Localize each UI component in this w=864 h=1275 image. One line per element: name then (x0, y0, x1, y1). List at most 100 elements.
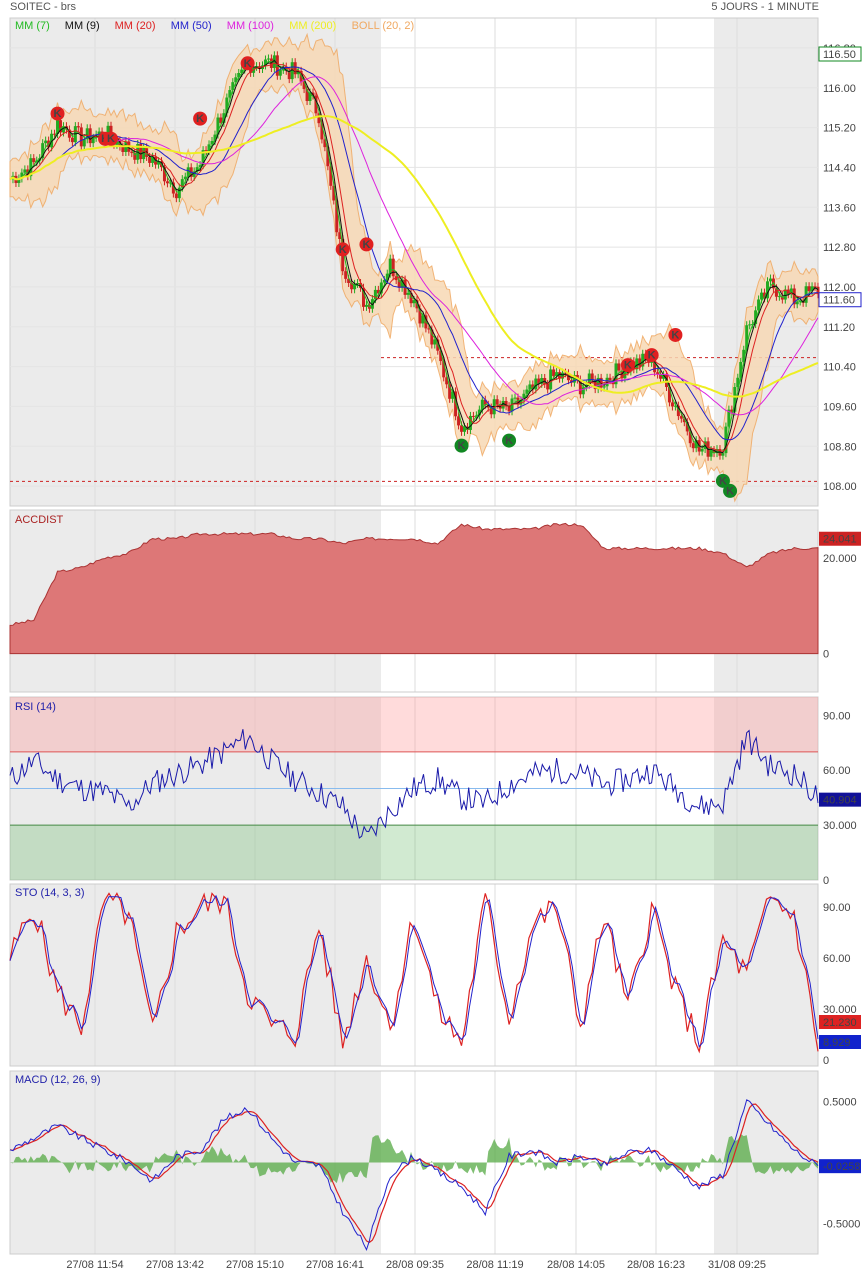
x-tick-6: 28/08 14:05 (547, 1259, 605, 1271)
sto-current-value-1: 21.230 (823, 1017, 857, 1029)
price-candle (278, 69, 282, 76)
sto-title: STO (14, 3, 3) (15, 887, 85, 899)
price-candle (721, 453, 725, 456)
macd-current-value: -0.0258 (823, 1161, 860, 1173)
price-candle (795, 301, 799, 305)
price-y-tick-4: 113.60 (823, 202, 856, 214)
price-candle (266, 58, 270, 60)
price-candle (608, 377, 612, 381)
price-candle (495, 399, 499, 405)
rsi-y-tick-3: 0 (823, 875, 829, 887)
sto-shade-session-1 (10, 884, 381, 1066)
price-candle (204, 150, 208, 152)
price-candle (344, 271, 348, 279)
price-candle (70, 137, 74, 143)
price-candle (807, 286, 811, 292)
price-y-tick-1: 116.00 (823, 83, 856, 95)
price-candle (581, 387, 585, 395)
x-tick-4: 28/08 09:35 (386, 1259, 444, 1271)
signal-marker-label: K (339, 244, 347, 256)
price-candle (617, 363, 621, 371)
accdist-y-tick-0: 20.000 (823, 553, 857, 565)
rsi-y-tick-1: 60.00 (823, 765, 851, 777)
price-current-value: 111.60 (823, 295, 855, 307)
sto-y-tick-3: 0 (823, 1055, 829, 1067)
legend-item-4: MM (100) (227, 20, 274, 32)
macd-y-tick-0: 0.5000 (823, 1097, 857, 1109)
x-tick-8: 31/08 09:25 (708, 1259, 766, 1271)
price-candle (602, 386, 606, 388)
price-candle (513, 397, 517, 399)
sto-current-value-2: 8.929 (823, 1037, 851, 1049)
price-candle (760, 292, 764, 300)
price-y-tick-9: 109.60 (823, 401, 857, 413)
price-candle (691, 443, 695, 449)
price-candle (670, 402, 674, 407)
signal-marker-label: K (196, 113, 204, 125)
x-tick-7: 28/08 16:23 (627, 1259, 685, 1271)
sto-shade-session-2 (714, 884, 818, 1066)
legend-item-6: BOLL (20, 2) (352, 20, 415, 32)
price-candle (76, 126, 80, 128)
price-candle (391, 258, 395, 277)
price-candle (23, 169, 27, 173)
macd-title: MACD (12, 26, 9) (15, 1074, 101, 1086)
signal-marker-label: K (648, 350, 656, 362)
price-y-tick-3: 114.40 (823, 162, 856, 174)
price-candle (590, 373, 594, 380)
signal-marker-label: K (244, 58, 252, 70)
x-tick-1: 27/08 13:42 (146, 1259, 204, 1271)
x-tick-2: 27/08 15:10 (226, 1259, 284, 1271)
signal-marker-label: K (107, 133, 115, 145)
price-candle (356, 283, 360, 285)
signal-marker-label: K (54, 108, 62, 120)
rsi-current-value: 40.904 (823, 795, 857, 807)
price-candle (82, 139, 86, 147)
x-tick-0: 27/08 11:54 (66, 1259, 123, 1271)
rsi-title: RSI (14) (15, 701, 56, 713)
accdist-title: ACCDIST (15, 514, 64, 526)
price-candle (165, 181, 169, 184)
x-tick-3: 27/08 16:41 (306, 1259, 364, 1271)
rsi-overbought-zone (10, 697, 818, 752)
price-y-tick-6: 112.00 (823, 282, 856, 294)
rsi-y-tick-0: 90.00 (823, 710, 851, 722)
price-candle (293, 62, 297, 75)
price-candle (552, 369, 556, 376)
legend-item-2: MM (20) (115, 20, 156, 32)
chart-canvas[interactable]: 116.80116.00115.20114.40113.60112.80112.… (0, 0, 864, 1275)
price-candle (700, 448, 704, 452)
signal-marker-label: K (458, 440, 466, 452)
legend-item-0: MM (7) (15, 20, 50, 32)
price-candle (777, 296, 781, 298)
signal-marker-label: K (362, 239, 370, 251)
rsi-y-tick-2: 30.000 (823, 820, 857, 832)
legend-item-1: MM (9) (65, 20, 100, 32)
legend-item-5: MM (200) (289, 20, 336, 32)
signal-marker-label: K (505, 435, 513, 447)
price-candle (79, 127, 83, 147)
price-candle (148, 156, 152, 163)
price-candle (121, 146, 125, 153)
legend-item-3: MM (50) (171, 20, 212, 32)
price-candle (44, 140, 48, 144)
x-tick-5: 28/08 11:19 (466, 1259, 523, 1271)
rsi-oversold-zone (10, 825, 818, 880)
signal-marker-label: K (671, 329, 679, 341)
accdist-y-tick-1: 0 (823, 649, 829, 661)
price-candle (91, 137, 95, 144)
price-candle (748, 324, 752, 326)
sto-y-tick-1: 60.00 (823, 953, 851, 965)
price-y-tick-5: 112.80 (823, 242, 856, 254)
signal-marker-label: K (726, 485, 734, 497)
accdist-current-value: 24.041 (823, 534, 857, 546)
price-y-tick-8: 110.40 (823, 362, 856, 374)
price-last-value: 116.50 (823, 49, 856, 61)
price-y-tick-7: 111.20 (823, 322, 855, 334)
sto-y-tick-2: 30.000 (823, 1004, 857, 1016)
price-candle (174, 193, 178, 199)
price-y-tick-2: 115.20 (823, 123, 856, 135)
price-candle (471, 415, 475, 417)
price-candle (32, 158, 36, 163)
signal-marker-label: K (624, 360, 632, 372)
